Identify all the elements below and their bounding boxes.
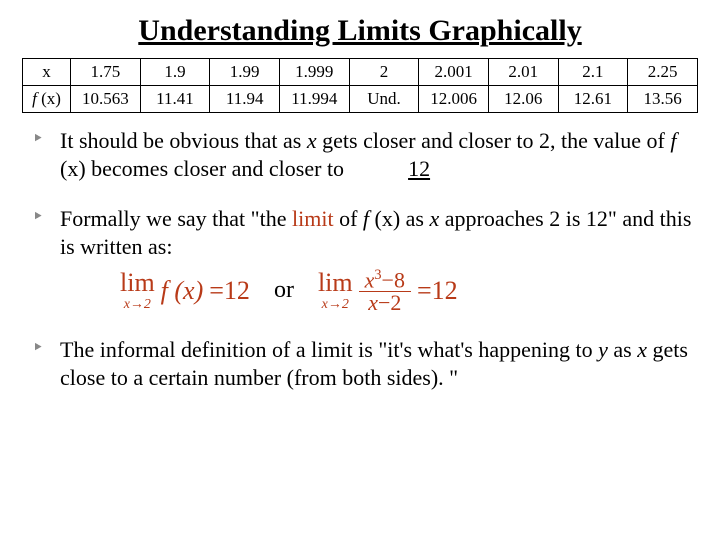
row-label-fx: f (x) bbox=[23, 86, 71, 113]
limit-formula: lim x→2 f (x) =12 or lim x→2 x3−8 x−2 bbox=[120, 268, 692, 314]
bullet-list: It should be obvious that as x gets clos… bbox=[22, 127, 698, 392]
table-row: f (x) 10.563 11.41 11.94 11.994 Und. 12.… bbox=[23, 86, 698, 113]
data-table: x 1.75 1.9 1.99 1.999 2 2.001 2.01 2.1 2… bbox=[22, 58, 698, 113]
cell: 1.99 bbox=[210, 59, 280, 86]
cell: 11.94 bbox=[210, 86, 280, 113]
cell: 1.9 bbox=[140, 59, 210, 86]
cell: 11.41 bbox=[140, 86, 210, 113]
cell: 2.1 bbox=[558, 59, 628, 86]
list-item: It should be obvious that as x gets clos… bbox=[32, 127, 692, 183]
cell: 12.006 bbox=[419, 86, 489, 113]
cell: 2.25 bbox=[628, 59, 698, 86]
cell: 2 bbox=[349, 59, 419, 86]
list-item: The informal definition of a limit is "i… bbox=[32, 336, 692, 392]
answer-value: 12 bbox=[408, 156, 430, 181]
table-row: x 1.75 1.9 1.99 1.999 2 2.001 2.01 2.1 2… bbox=[23, 59, 698, 86]
cell: 12.61 bbox=[558, 86, 628, 113]
cell: 1.999 bbox=[279, 59, 349, 86]
cell: 12.06 bbox=[488, 86, 558, 113]
cell: 1.75 bbox=[71, 59, 141, 86]
list-item: Formally we say that "the limit of f (x)… bbox=[32, 205, 692, 314]
row-label-x: x bbox=[23, 59, 71, 86]
page-title: Understanding Limits Graphically bbox=[22, 14, 698, 48]
cell: Und. bbox=[349, 86, 419, 113]
cell: 2.001 bbox=[419, 59, 489, 86]
cell: 2.01 bbox=[488, 59, 558, 86]
cell: 10.563 bbox=[71, 86, 141, 113]
cell: 13.56 bbox=[628, 86, 698, 113]
cell: 11.994 bbox=[279, 86, 349, 113]
